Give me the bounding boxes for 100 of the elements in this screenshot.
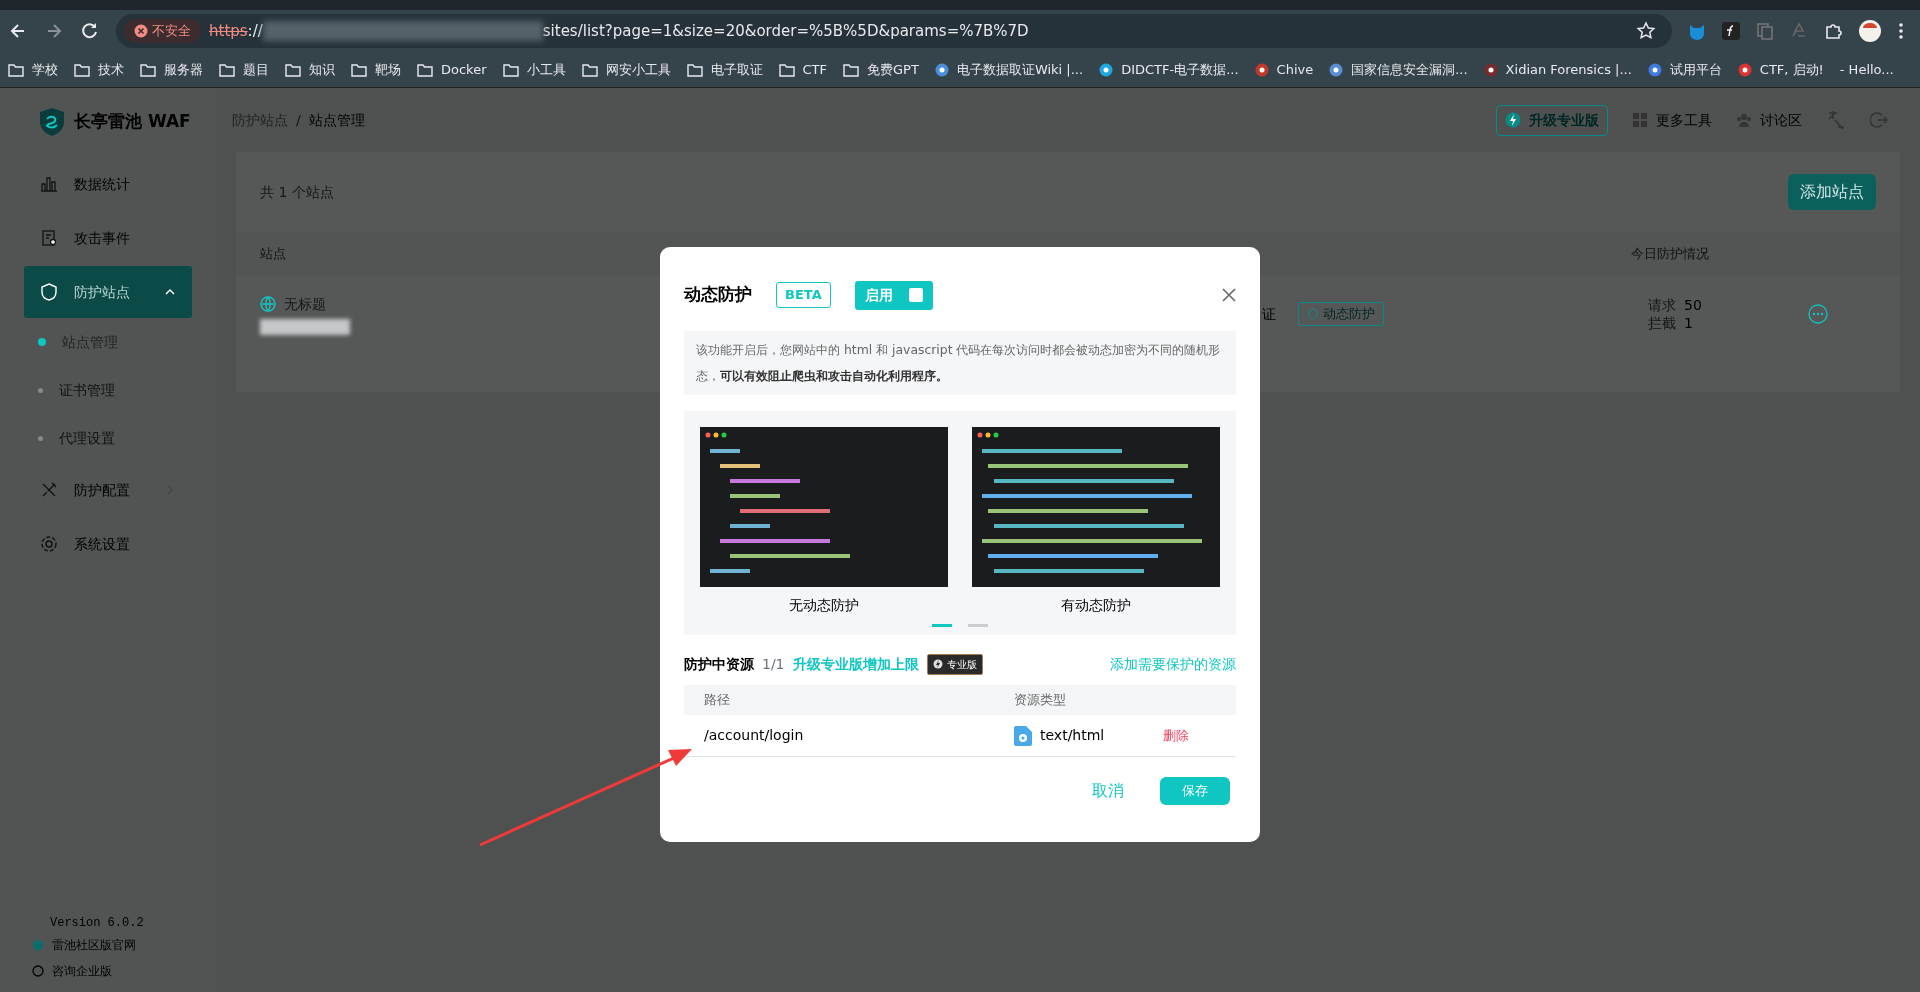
copy-icon[interactable] (1756, 22, 1774, 40)
folder-icon (686, 62, 703, 77)
folder-icon (417, 62, 433, 77)
bullet-icon (38, 435, 43, 441)
folder-icon (843, 62, 860, 77)
folder-icon (74, 62, 90, 77)
tools-icon (40, 481, 58, 499)
site-favicon-icon (934, 62, 949, 77)
site-count: 共 1 个站点 (260, 182, 334, 202)
folder-icon (140, 62, 156, 77)
bookmark[interactable]: 小工具 (502, 59, 566, 80)
close-icon[interactable] (1222, 288, 1236, 302)
column-header: 路径 (703, 691, 731, 710)
bookmark[interactable]: Chive (1254, 59, 1314, 80)
folder-icon (219, 62, 235, 77)
reload-icon[interactable] (80, 21, 100, 41)
info-text: 该功能开启后，您网站中的 html 和 javascript 代码在每次访问时都会被动态加密为不同的随机形态，可以有效阻止爬虫和攻击自动化利用程序。 (684, 331, 1236, 396)
dialog-title: 动态防护 (684, 283, 752, 307)
bookmark-text[interactable]: - Hello... (1839, 59, 1894, 80)
site-favicon-icon (1254, 62, 1269, 77)
security-label: 不安全 (152, 22, 191, 41)
bookmark[interactable]: 国家信息安全漏洞... (1329, 59, 1468, 80)
people-icon (1736, 112, 1752, 128)
stat-label: 请求 (1648, 295, 1676, 314)
slide-caption: 无动态防护 (789, 596, 859, 616)
lightning-icon (932, 659, 943, 670)
breadcrumb-item: 站点管理 (308, 110, 365, 130)
bookmark[interactable]: 网安小工具 (581, 59, 671, 80)
delete-link[interactable]: 删除 (1163, 725, 1189, 746)
globe-icon (260, 296, 276, 312)
pro-edition-badge: 专业版 (926, 653, 983, 675)
column-header: 资源类型 (1014, 691, 1066, 710)
warning-icon (134, 24, 148, 38)
url-text: sites/list?page=1&size=20&order=%5B%5D&params=%7B%7D (542, 20, 1029, 42)
folder-icon (502, 62, 519, 77)
folder-icon (285, 62, 301, 77)
cat-icon[interactable] (1688, 22, 1706, 40)
bookmark[interactable]: 靶场 (351, 59, 401, 80)
bookmark[interactable]: 技术 (74, 59, 124, 80)
stat-value: 50 (1684, 295, 1702, 314)
beta-label: BETA (776, 282, 831, 308)
function-icon[interactable] (1722, 22, 1740, 40)
section-title: 防护中资源 (684, 654, 754, 674)
bookmark[interactable]: 免费GPT (843, 59, 919, 80)
stat-label: 拦截 (1648, 314, 1676, 333)
bookmark-star-icon[interactable] (1636, 21, 1656, 41)
bookmark[interactable]: Docker (417, 59, 487, 80)
site-favicon-icon (1483, 62, 1498, 77)
stat-value: 1 (1684, 314, 1693, 333)
html-file-icon (1014, 725, 1032, 746)
bullet-icon (38, 387, 43, 393)
security-chip[interactable]: 不安全 (124, 19, 201, 43)
toggle-knob (908, 288, 923, 302)
document-icon (40, 229, 58, 247)
bookmark[interactable]: 题目 (219, 59, 269, 80)
protection-badge: 动态防护 (1298, 302, 1384, 326)
bookmark[interactable]: 学校 (8, 59, 58, 80)
site-favicon-icon (1647, 62, 1662, 77)
path-cell-text: /account/login (703, 726, 805, 746)
column-header: 站点 (260, 245, 287, 264)
breadcrumb-separator: / (296, 110, 301, 130)
shield-icon (1307, 308, 1319, 320)
bookmark[interactable]: 电子数据取证Wiki |... (934, 59, 1084, 80)
bullet-icon (38, 338, 46, 346)
gear-icon (40, 535, 58, 553)
folder-icon (778, 62, 795, 77)
folder-icon (351, 62, 367, 77)
bookmark[interactable]: 服务器 (140, 59, 203, 80)
bookmark[interactable]: Xidian Forensics |... (1483, 59, 1632, 80)
lightning-logo-icon (1505, 112, 1521, 128)
cell-text: 证 (1262, 304, 1276, 324)
url-separator: :// (247, 20, 263, 42)
bookmark[interactable]: CTF, 启动! (1737, 59, 1824, 80)
apps-grid-icon (1632, 112, 1648, 128)
profile-avatar-icon[interactable] (1858, 19, 1882, 43)
shield-logo-icon (38, 107, 66, 137)
bookmark[interactable]: 试用平台 (1647, 59, 1722, 80)
slide-caption: 有动态防护 (1061, 596, 1131, 616)
resource-count: 1/1 (762, 654, 785, 674)
column-header: 今日防护情况 (1631, 245, 1710, 264)
version-text: Version 6.0.2 (49, 915, 145, 932)
chat-icon (32, 965, 44, 977)
site-favicon-icon (1737, 62, 1752, 77)
more-options-icon[interactable] (1808, 304, 1828, 324)
bookmark[interactable]: DIDCTF-电子数据... (1099, 59, 1239, 80)
type-cell-text: text/html (1040, 726, 1105, 746)
folder-icon (581, 62, 598, 77)
sidebar-item[interactable]: 防护站点 (24, 266, 192, 318)
bookmark[interactable]: 知识 (285, 59, 335, 80)
bookmark[interactable]: CTF (778, 59, 828, 80)
bar-chart-icon (40, 175, 58, 193)
site-favicon-icon (1329, 62, 1344, 77)
app-logo-text: 长亭雷池 WAF (74, 110, 191, 134)
bookmark[interactable]: 电子取证 (686, 59, 763, 80)
add-site-button[interactable]: 添加站点 (1788, 174, 1876, 210)
shield-icon (40, 283, 58, 301)
puzzle-icon[interactable] (1824, 22, 1842, 40)
folder-icon (8, 62, 24, 77)
url-scheme: https (209, 20, 248, 42)
more-menu-icon[interactable] (1898, 22, 1904, 40)
